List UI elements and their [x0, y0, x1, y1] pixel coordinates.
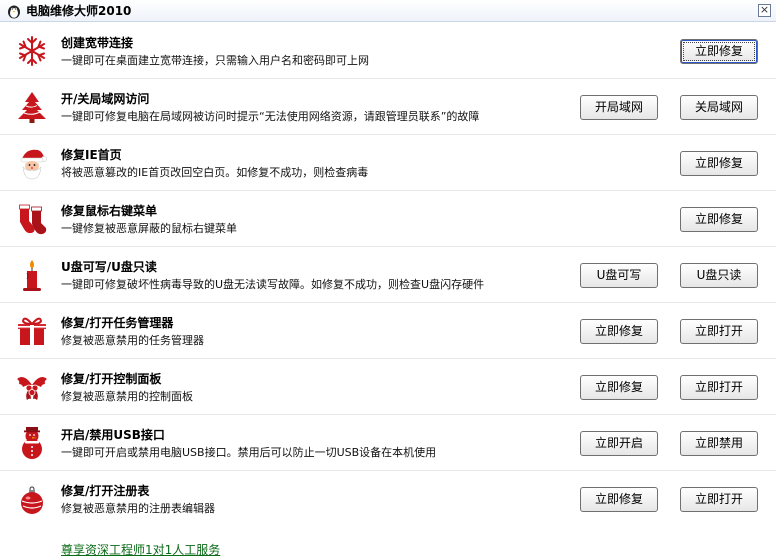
- item-title: 修复IE首页: [61, 148, 122, 162]
- title-bar: 电脑维修大师2010 ×: [0, 0, 776, 22]
- holly-icon: [17, 377, 47, 400]
- item-description: 一键即可在桌面建立宽带连接，只需输入用户名和密码即可上网: [61, 54, 369, 67]
- list-item-task-manager: 修复/打开任务管理器 修复被恶意禁用的任务管理器 立即修复 立即打开: [0, 303, 776, 359]
- item-description: 修复被恶意禁用的控制面板: [61, 390, 193, 403]
- item-description: 一键即可修复破坏性病毒导致的U盘无法读写故障。如修复不成功，则检查U盘闪存硬件: [61, 278, 485, 291]
- item-description: 将被恶意篡改的IE首页改回空白页。如修复不成功，则检查病毒: [61, 166, 369, 179]
- stocking-icon: [19, 204, 47, 235]
- close-button[interactable]: ×: [758, 4, 771, 17]
- item-description: 一键修复被恶意屏蔽的鼠标右键菜单: [61, 222, 237, 235]
- santa-icon: [20, 149, 47, 180]
- list-item-usb-port: 开启/禁用USB接口 一键即可开启或禁用电脑USB接口。禁用后可以防止一切USB…: [0, 415, 776, 471]
- repair-list: 创建宽带连接 一键即可在桌面建立宽带连接，只需输入用户名和密码即可上网 立即修复…: [0, 23, 776, 527]
- usb-writable-button[interactable]: U盘可写: [580, 263, 658, 288]
- item-title: 修复/打开控制面板: [61, 372, 162, 386]
- list-item-usb-rw: U盘可写/U盘只读 一键即可修复破坏性病毒导致的U盘无法读写故障。如修复不成功，…: [0, 247, 776, 303]
- item-title: 开启/禁用USB接口: [61, 428, 165, 442]
- registry-repair-button[interactable]: 立即修复: [580, 487, 658, 512]
- usb-port-enable-button[interactable]: 立即开启: [580, 431, 658, 456]
- item-description: 修复被恶意禁用的注册表编辑器: [61, 502, 215, 515]
- list-item-lan: 开/关局域网访问 一键即可修复电脑在局域网被访问时提示“无法使用网络资源，请跟管…: [0, 79, 776, 135]
- engineer-service-link[interactable]: 尊享资深工程师1对1人工服务: [61, 541, 220, 558]
- list-item-registry: 修复/打开注册表 修复被恶意禁用的注册表编辑器 立即修复 立即打开: [0, 471, 776, 527]
- item-title: 开/关局域网访问: [61, 92, 150, 106]
- control-panel-open-button[interactable]: 立即打开: [680, 375, 758, 400]
- list-item-context-menu: 修复鼠标右键菜单 一键修复被恶意屏蔽的鼠标右键菜单 立即修复: [0, 191, 776, 247]
- task-manager-open-button[interactable]: 立即打开: [680, 319, 758, 344]
- list-item-control-panel: 修复/打开控制面板 修复被恶意禁用的控制面板 立即修复 立即打开: [0, 359, 776, 415]
- snowman-icon: [22, 427, 42, 459]
- item-description: 一键即可修复电脑在局域网被访问时提示“无法使用网络资源，请跟管理员联系”的故障: [61, 110, 480, 123]
- lan-enable-button[interactable]: 开局域网: [580, 95, 658, 120]
- usb-readonly-button[interactable]: U盘只读: [680, 263, 758, 288]
- christmas-tree-icon: [18, 92, 46, 123]
- window-title: 电脑维修大师2010: [26, 4, 132, 18]
- context-menu-repair-button[interactable]: 立即修复: [680, 207, 758, 232]
- item-title: U盘可写/U盘只读: [61, 260, 157, 274]
- snowflake-icon: [18, 36, 46, 66]
- ornament-ball-icon: [21, 486, 43, 514]
- list-item-ie-home: 修复IE首页 将被恶意篡改的IE首页改回空白页。如修复不成功，则检查病毒 立即修…: [0, 135, 776, 191]
- item-title: 修复/打开注册表: [61, 484, 150, 498]
- usb-port-disable-button[interactable]: 立即禁用: [680, 431, 758, 456]
- control-panel-repair-button[interactable]: 立即修复: [580, 375, 658, 400]
- broadband-repair-button[interactable]: 立即修复: [680, 39, 758, 64]
- item-title: 创建宽带连接: [61, 36, 134, 50]
- penguin-app-icon: [8, 5, 20, 19]
- lan-disable-button[interactable]: 关局域网: [680, 95, 758, 120]
- ie-home-repair-button[interactable]: 立即修复: [680, 151, 758, 176]
- candle-icon: [23, 260, 41, 291]
- gift-box-icon: [18, 317, 46, 345]
- list-item-broadband: 创建宽带连接 一键即可在桌面建立宽带连接，只需输入用户名和密码即可上网 立即修复: [0, 23, 776, 79]
- close-icon: ×: [759, 3, 770, 16]
- task-manager-repair-button[interactable]: 立即修复: [580, 319, 658, 344]
- item-description: 一键即可开启或禁用电脑USB接口。禁用后可以防止一切USB设备在本机使用: [61, 446, 437, 459]
- item-title: 修复/打开任务管理器: [61, 316, 174, 330]
- item-title: 修复鼠标右键菜单: [61, 204, 158, 218]
- registry-open-button[interactable]: 立即打开: [680, 487, 758, 512]
- item-description: 修复被恶意禁用的任务管理器: [61, 334, 204, 347]
